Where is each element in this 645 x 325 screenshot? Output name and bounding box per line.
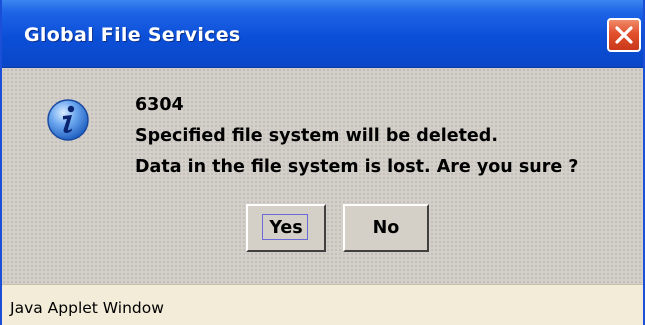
close-icon xyxy=(615,26,633,44)
message-line-1: Specified file system will be deleted. xyxy=(135,126,498,146)
yes-button[interactable]: Yes xyxy=(246,204,326,252)
message-line-2: Data in the file system is lost. Are you… xyxy=(135,157,579,177)
info-icon xyxy=(47,99,89,141)
dialog-message: 6304 Specified file system will be delet… xyxy=(135,90,578,183)
yes-button-label: Yes xyxy=(269,218,303,238)
no-button-label: No xyxy=(372,218,400,238)
close-button[interactable] xyxy=(607,18,641,52)
status-text: Java Applet Window xyxy=(10,299,164,317)
dialog-content: 6304 Specified file system will be delet… xyxy=(2,68,643,284)
message-code: 6304 xyxy=(135,95,184,115)
no-button[interactable]: No xyxy=(343,204,429,252)
title-bar[interactable]: Global File Services xyxy=(2,0,643,68)
status-bar: Java Applet Window xyxy=(2,284,643,325)
window-title: Global File Services xyxy=(24,24,241,46)
dialog-window: Global File Services 6304 Specified file… xyxy=(0,0,645,325)
